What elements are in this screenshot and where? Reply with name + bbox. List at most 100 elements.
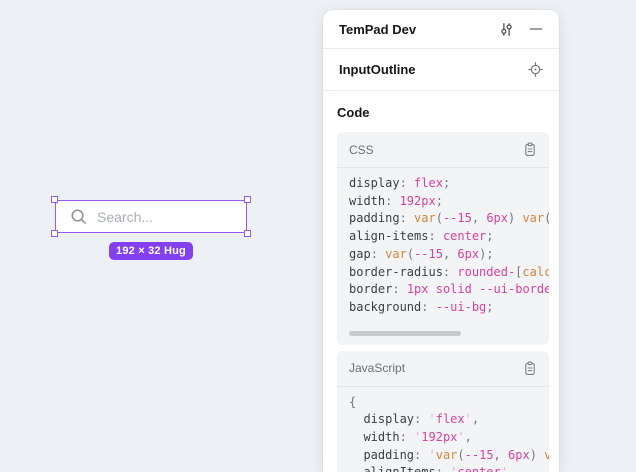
code-token: : xyxy=(436,465,450,472)
javascript-block-label: JavaScript xyxy=(349,361,523,375)
code-token: var xyxy=(385,247,407,261)
code-token: : xyxy=(371,247,385,261)
clipboard-icon[interactable] xyxy=(523,361,537,376)
code-token: ' xyxy=(465,412,472,426)
code-line: { xyxy=(349,394,549,412)
search-input-component[interactable]: Search... 192 × 32 Hug xyxy=(55,200,247,233)
code-token: --ui-bg xyxy=(436,300,487,314)
code-token: : xyxy=(421,300,435,314)
code-token: ( xyxy=(457,448,464,462)
code-token: : xyxy=(400,211,414,225)
code-token: rounded- xyxy=(457,265,515,279)
code-section: Code CSS display: flex;width: 192px;padd… xyxy=(323,91,559,472)
code-token: ; xyxy=(486,229,493,243)
code-token: ( xyxy=(407,247,414,261)
code-line: display: 'flex', xyxy=(349,411,549,429)
code-token: ' xyxy=(457,430,464,444)
code-token: , xyxy=(508,465,515,472)
code-token: ' xyxy=(428,412,435,426)
code-token: ; xyxy=(443,176,450,190)
code-token: : xyxy=(414,448,428,462)
code-token: : xyxy=(400,430,414,444)
code-token: 1px xyxy=(407,282,429,296)
code-token: padding xyxy=(349,211,400,225)
code-token: , xyxy=(443,247,457,261)
code-line: border-radius: rounded-[calc(v xyxy=(349,264,549,282)
size-badge: 192 × 32 Hug xyxy=(109,242,193,260)
code-token: , xyxy=(494,448,508,462)
target-icon[interactable] xyxy=(528,62,543,77)
code-token: 6px xyxy=(457,247,479,261)
code-line: width: '192px', xyxy=(349,429,549,447)
code-token: width xyxy=(349,194,385,208)
code-token: alignItems xyxy=(349,465,436,472)
code-token: solid xyxy=(436,282,472,296)
code-token: width xyxy=(349,430,400,444)
code-token xyxy=(472,282,479,296)
code-token: 6px xyxy=(508,448,530,462)
code-token: 192px xyxy=(421,430,457,444)
code-line: alignItems: 'center', xyxy=(349,464,549,472)
code-token: 6px xyxy=(486,211,508,225)
code-token: ; xyxy=(486,300,493,314)
css-code-block: CSS display: flex;width: 192px;padding: … xyxy=(337,132,549,345)
search-input-placeholder: Search... xyxy=(97,209,153,225)
code-token: : xyxy=(385,194,399,208)
code-token: ( xyxy=(436,211,443,225)
code-token: : xyxy=(414,412,428,426)
code-section-title: Code xyxy=(337,105,549,120)
code-token: calc xyxy=(522,265,549,279)
css-code: display: flex;width: 192px;padding: var(… xyxy=(337,168,549,326)
code-token: center xyxy=(457,465,500,472)
code-token: --15 xyxy=(443,211,472,225)
code-token: 192px xyxy=(400,194,436,208)
code-token xyxy=(429,282,436,296)
selection-handle-bottom-left[interactable] xyxy=(51,230,58,237)
css-block-header: CSS xyxy=(337,132,549,168)
sliders-icon[interactable] xyxy=(499,22,514,37)
code-token: var xyxy=(522,211,544,225)
code-token: gap xyxy=(349,247,371,261)
code-token: : xyxy=(443,265,457,279)
minimize-icon[interactable] xyxy=(529,22,543,36)
clipboard-icon[interactable] xyxy=(523,142,537,157)
code-token: : xyxy=(428,229,442,243)
selection-handle-top-right[interactable] xyxy=(244,196,251,203)
code-line: padding: var(--15, 6px) var(-- xyxy=(349,210,549,228)
code-token: , xyxy=(472,211,486,225)
javascript-code-block: JavaScript { display: 'flex', width: '19… xyxy=(337,351,549,472)
horizontal-scrollbar[interactable] xyxy=(349,331,461,336)
code-token: --15 xyxy=(414,247,443,261)
selection-handle-top-left[interactable] xyxy=(51,196,58,203)
code-line: background: --ui-bg; xyxy=(349,299,549,317)
code-token: { xyxy=(349,395,356,409)
code-token: var xyxy=(414,211,436,225)
component-name: InputOutline xyxy=(339,62,528,77)
figma-canvas: { "colors": { "accent_purple": "#8440f0"… xyxy=(0,0,636,472)
code-token: flex xyxy=(436,412,465,426)
code-token: ' xyxy=(501,465,508,472)
code-token: var xyxy=(436,448,458,462)
plugin-title: TemPad Dev xyxy=(339,22,499,37)
code-token: , xyxy=(472,412,479,426)
code-line: gap: var(--15, 6px); xyxy=(349,246,549,264)
code-token: align-items xyxy=(349,229,428,243)
selected-component-row: InputOutline xyxy=(323,49,559,91)
javascript-block-header: JavaScript xyxy=(337,351,549,387)
code-line: border: 1px solid --ui-border- xyxy=(349,281,549,299)
code-token: ) xyxy=(530,448,544,462)
code-token: center xyxy=(443,229,486,243)
code-token: , xyxy=(465,430,472,444)
javascript-code: { display: 'flex', width: '192px', paddi… xyxy=(337,387,549,472)
code-token: ) xyxy=(508,211,522,225)
code-token: border-radius xyxy=(349,265,443,279)
code-line: padding: 'var(--15, 6px) var xyxy=(349,447,549,465)
code-token: flex xyxy=(414,176,443,190)
code-token: border xyxy=(349,282,392,296)
code-token: padding xyxy=(349,448,414,462)
tempad-dev-plugin-panel: TemPad Dev InputOutline xyxy=(323,10,559,472)
selection-handle-bottom-right[interactable] xyxy=(244,230,251,237)
code-token: var xyxy=(544,448,549,462)
code-line: display: flex; xyxy=(349,175,549,193)
code-token: --ui-border- xyxy=(479,282,549,296)
